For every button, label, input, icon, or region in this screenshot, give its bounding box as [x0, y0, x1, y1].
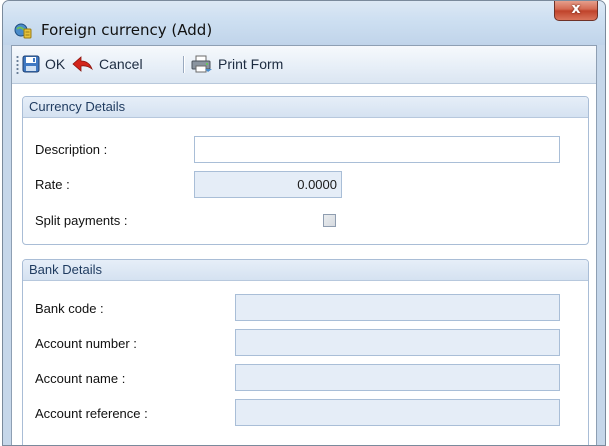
description-input[interactable]: [194, 136, 560, 163]
account-reference-input[interactable]: [235, 399, 560, 426]
ok-label: OK: [45, 56, 66, 72]
account-number-label: Account number :: [35, 336, 137, 351]
dialog-window: Foreign currency (Add) x OK Cancel Print…: [2, 0, 606, 446]
account-reference-label: Account reference :: [35, 406, 148, 421]
close-icon: x: [571, 1, 581, 17]
account-name-label: Account name :: [35, 371, 126, 386]
ok-button[interactable]: OK: [22, 54, 65, 74]
rate-input[interactable]: 0.0000: [194, 171, 342, 198]
toolbar-grip[interactable]: [16, 55, 19, 75]
save-icon: [22, 55, 40, 73]
account-number-input[interactable]: [235, 329, 560, 356]
cancel-button[interactable]: Cancel: [72, 54, 143, 74]
back-arrow-icon: [72, 56, 93, 72]
currency-details-header: Currency Details: [23, 97, 588, 118]
bank-code-input[interactable]: [235, 294, 560, 321]
bank-code-label: Bank code :: [35, 301, 104, 316]
toolbar-separator: [183, 56, 185, 73]
bank-details-group: Bank Details Bank code : Account number …: [22, 259, 589, 445]
print-form-button[interactable]: Print Form: [191, 54, 283, 74]
title-bar[interactable]: Foreign currency (Add) x: [3, 1, 605, 45]
app-icon: [14, 23, 32, 39]
split-payments-checkbox[interactable]: [323, 214, 336, 227]
currency-details-group: Currency Details Description : Rate : 0.…: [22, 96, 589, 245]
dialog-client-area: OK Cancel Print Form Currency Details De…: [11, 45, 597, 445]
close-button[interactable]: x: [554, 1, 598, 21]
bank-details-header: Bank Details: [23, 260, 588, 281]
print-form-label: Print Form: [218, 56, 284, 72]
account-name-input[interactable]: [235, 364, 560, 391]
description-label: Description :: [35, 142, 108, 157]
cancel-label: Cancel: [99, 56, 143, 72]
toolbar: OK Cancel Print Form: [12, 46, 596, 84]
split-payments-label: Split payments :: [35, 213, 128, 228]
print-icon: [191, 55, 212, 73]
rate-label: Rate :: [35, 177, 70, 192]
window-title: Foreign currency (Add): [41, 21, 213, 39]
